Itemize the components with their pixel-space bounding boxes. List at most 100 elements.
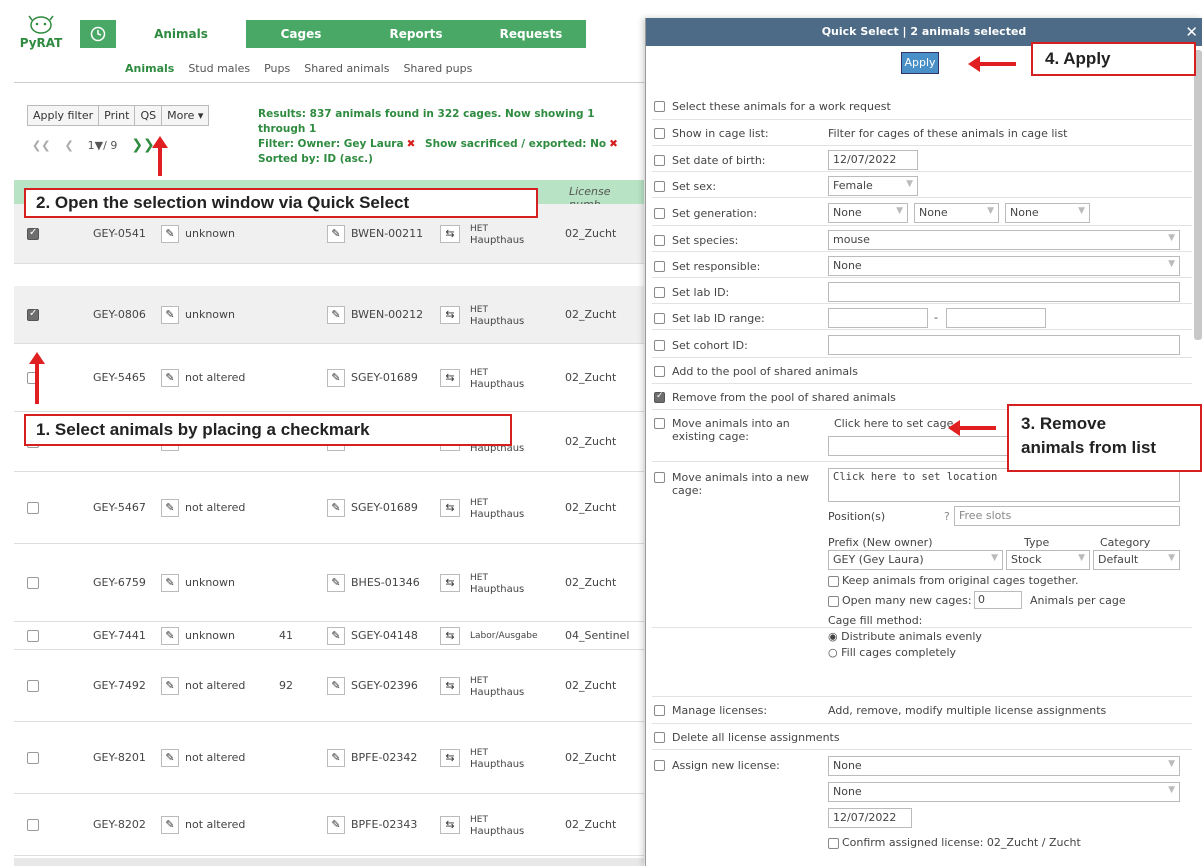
move-new-checkbox[interactable] <box>654 472 665 483</box>
confirm-license-checkbox[interactable] <box>828 838 839 849</box>
responsible-checkbox[interactable] <box>654 261 665 272</box>
edit-cage-icon[interactable]: ✎ <box>327 816 345 834</box>
apply-button[interactable]: Apply <box>901 52 939 74</box>
row-checkbox[interactable] <box>27 630 39 642</box>
assign-license-select-2[interactable]: None ▼ <box>828 782 1180 802</box>
open-many-input[interactable]: 0 <box>974 591 1022 609</box>
transfer-icon[interactable]: ⇆ <box>440 369 460 387</box>
cage-id[interactable]: SGEY-01689 <box>351 371 418 384</box>
tab-reports[interactable]: Reports <box>356 20 476 48</box>
edit-cage-icon[interactable]: ✎ <box>327 499 345 517</box>
first-page-button[interactable]: ❮❮ <box>32 139 50 152</box>
table-row[interactable]: GEY-7492 ✎ not altered 92 ✎ SGEY-02396 ⇆ HET Hau… <box>14 650 644 722</box>
animal-id[interactable]: GEY-8202 <box>93 818 146 831</box>
row-checkbox[interactable] <box>27 577 39 589</box>
animal-id[interactable]: GEY-7441 <box>93 629 146 642</box>
lab-id-checkbox[interactable] <box>654 287 665 298</box>
cage-id[interactable]: SGEY-01689 <box>351 501 418 514</box>
table-row[interactable]: GEY-8201 ✎ not altered ✎ BPFE-02342 ⇆ HET Haupt… <box>14 722 644 794</box>
history-tab[interactable] <box>80 20 116 48</box>
edit-cage-icon[interactable]: ✎ <box>327 225 345 243</box>
table-row[interactable]: GEY-5465 ✎ not altered ✎ SGEY-01689 ⇆ HET Haupt… <box>14 344 644 412</box>
table-row[interactable]: GEY-6759 ✎ unknown ✎ BHES-01346 ⇆ HET Haupthaus… <box>14 544 644 622</box>
subtab-shared-animals[interactable]: Shared animals <box>304 62 389 75</box>
cage-id[interactable]: BWEN-00211 <box>351 227 423 240</box>
edit-icon[interactable]: ✎ <box>161 369 179 387</box>
delete-licenses-checkbox[interactable] <box>654 732 665 743</box>
subtab-shared-pups[interactable]: Shared pups <box>403 62 472 75</box>
sex-checkbox[interactable] <box>654 181 665 192</box>
animal-id[interactable]: GEY-6759 <box>93 576 146 589</box>
transfer-icon[interactable]: ⇆ <box>440 677 460 695</box>
move-existing-link[interactable]: Click here to set cage <box>834 417 953 430</box>
dob-checkbox[interactable] <box>654 155 665 166</box>
tab-cages[interactable]: Cages <box>246 20 356 48</box>
cage-id[interactable]: BPFE-02343 <box>351 818 417 831</box>
cage-id[interactable]: SGEY-02396 <box>351 679 418 692</box>
edit-cage-icon[interactable]: ✎ <box>327 677 345 695</box>
print-button[interactable]: Print <box>98 105 136 126</box>
location-textarea[interactable]: Click here to set location <box>828 468 1180 502</box>
assign-license-select-1[interactable]: None ▼ <box>828 756 1180 776</box>
free-slots-input[interactable]: Free slots <box>954 506 1180 526</box>
edit-cage-icon[interactable]: ✎ <box>327 306 345 324</box>
row-checkbox[interactable] <box>27 227 39 240</box>
distribute-radio[interactable]: ◉ Distribute animals evenly <box>828 630 982 643</box>
assign-license-date[interactable]: 12/07/2022 <box>828 808 912 828</box>
edit-cage-icon[interactable]: ✎ <box>327 369 345 387</box>
page-select[interactable]: 1▼/ 9 <box>88 139 118 152</box>
animal-id[interactable]: GEY-8201 <box>93 751 146 764</box>
cage-id[interactable]: BHES-01346 <box>351 576 420 589</box>
dob-input[interactable]: 12/07/2022 <box>828 150 918 170</box>
assign-license-checkbox[interactable] <box>654 760 665 771</box>
remove-sacrificed-filter-icon[interactable]: ✖ <box>609 138 618 150</box>
work-request-checkbox[interactable] <box>654 101 665 112</box>
animal-id[interactable]: GEY-5467 <box>93 501 146 514</box>
row-checkbox[interactable] <box>27 502 39 514</box>
transfer-icon[interactable]: ⇆ <box>440 627 460 645</box>
row-checkbox[interactable] <box>27 308 39 321</box>
subtab-stud-males[interactable]: Stud males <box>188 62 250 75</box>
table-row[interactable]: GEY-0806 ✎ unknown ✎ BWEN-00212 ⇆ HETHaupthaus… <box>14 286 644 344</box>
prev-page-button[interactable]: ❮ <box>64 139 73 152</box>
responsible-select[interactable]: None ▼ <box>828 256 1180 276</box>
transfer-icon[interactable]: ⇆ <box>440 816 460 834</box>
prefix-select[interactable]: GEY (Gey Laura) ▼ <box>828 550 1003 570</box>
transfer-icon[interactable]: ⇆ <box>440 306 460 324</box>
generation-select-2[interactable]: None ▼ <box>914 203 999 223</box>
lab-id-range-from[interactable] <box>828 308 928 328</box>
edit-icon[interactable]: ✎ <box>161 306 179 324</box>
row-checkbox[interactable] <box>27 819 39 831</box>
add-pool-checkbox[interactable] <box>654 366 665 377</box>
category-select[interactable]: Default ▼ <box>1093 550 1180 570</box>
animal-id[interactable]: GEY-7492 <box>93 679 146 692</box>
type-select[interactable]: Stock ▼ <box>1006 550 1090 570</box>
species-select[interactable]: mouse ▼ <box>828 230 1180 250</box>
tab-requests[interactable]: Requests <box>476 20 586 48</box>
horizontal-scrollbar[interactable] <box>14 858 644 866</box>
tab-animals[interactable]: Animals <box>116 20 246 48</box>
subtab-pups[interactable]: Pups <box>264 62 290 75</box>
lab-id-range-checkbox[interactable] <box>654 313 665 324</box>
edit-icon[interactable]: ✎ <box>161 816 179 834</box>
lab-id-range-to[interactable] <box>946 308 1046 328</box>
open-many-checkbox[interactable] <box>828 596 839 607</box>
edit-icon[interactable]: ✎ <box>161 499 179 517</box>
qs-button[interactable]: QS <box>134 105 163 126</box>
transfer-icon[interactable]: ⇆ <box>440 499 460 517</box>
keep-together-checkbox[interactable] <box>828 576 839 587</box>
edit-icon[interactable]: ✎ <box>161 574 179 592</box>
cohort-id-input[interactable] <box>828 335 1180 355</box>
generation-checkbox[interactable] <box>654 208 665 219</box>
edit-icon[interactable]: ✎ <box>161 225 179 243</box>
row-checkbox[interactable] <box>27 680 39 692</box>
generation-select-3[interactable]: None ▼ <box>1005 203 1090 223</box>
edit-icon[interactable]: ✎ <box>161 677 179 695</box>
more-button[interactable]: More ▾ <box>161 105 210 126</box>
lab-id-input[interactable] <box>828 282 1180 302</box>
remove-owner-filter-icon[interactable]: ✖ <box>407 138 416 150</box>
transfer-icon[interactable]: ⇆ <box>440 574 460 592</box>
row-checkbox[interactable] <box>27 752 39 764</box>
cage-id[interactable]: BWEN-00212 <box>351 308 423 321</box>
species-checkbox[interactable] <box>654 235 665 246</box>
